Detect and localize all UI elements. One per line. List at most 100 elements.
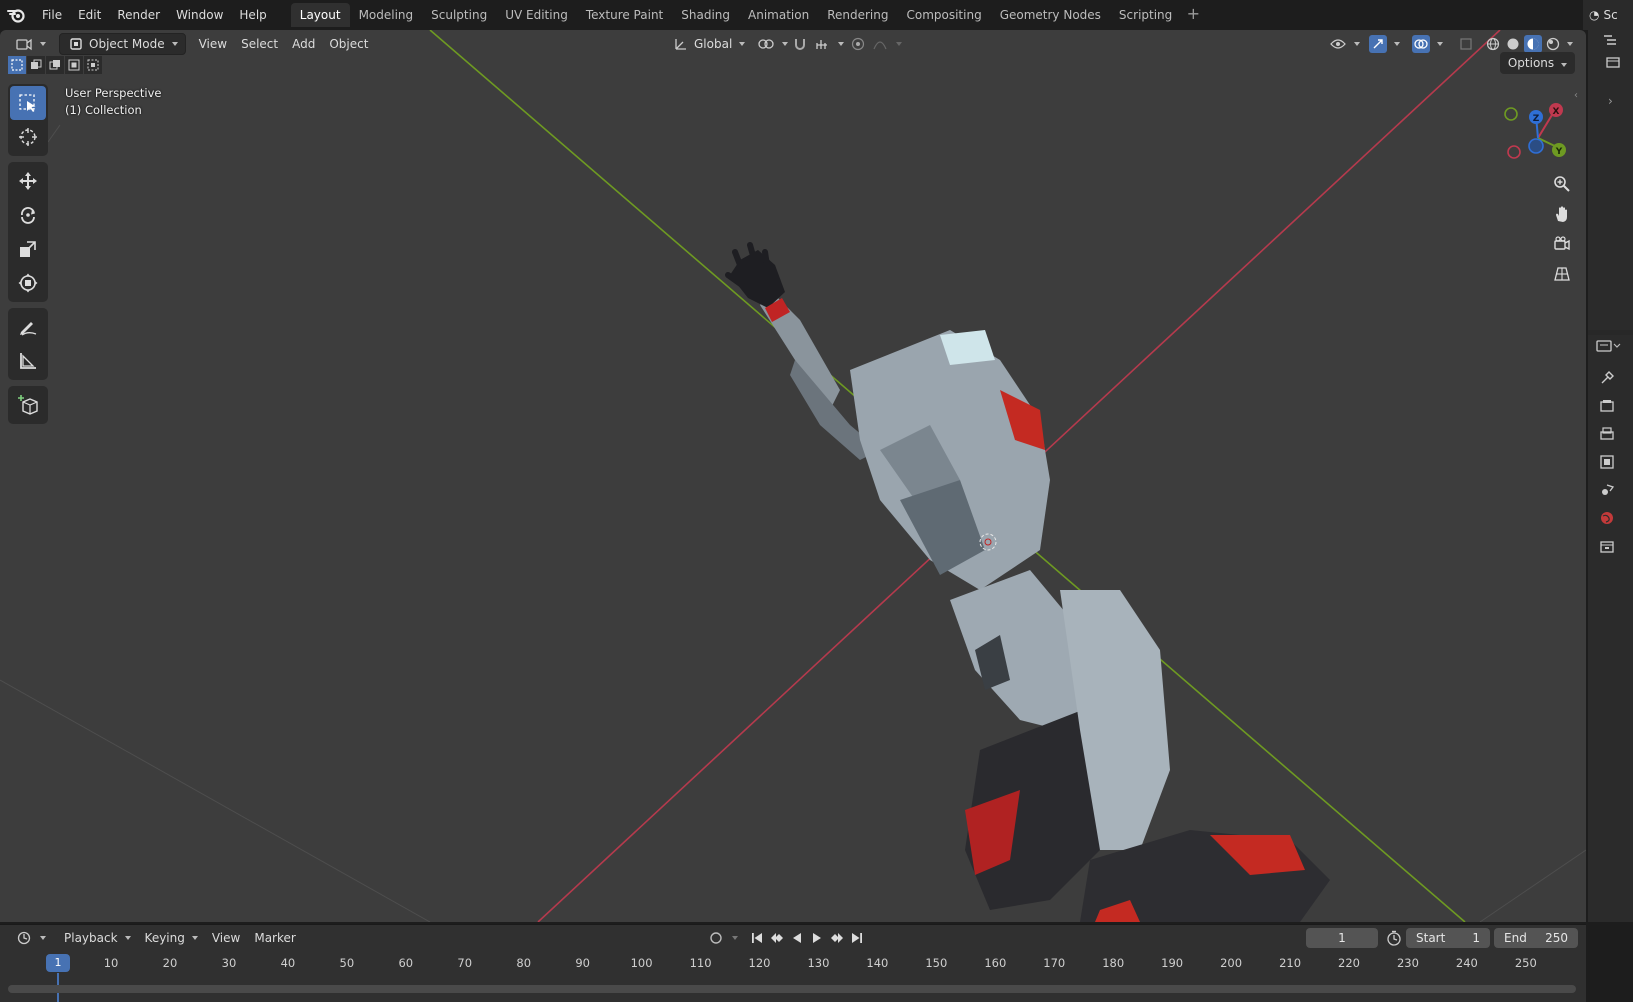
timeline-menu-marker[interactable]: Marker	[247, 927, 302, 949]
play-reverse-icon[interactable]	[788, 929, 806, 947]
menu-edit[interactable]: Edit	[70, 4, 109, 26]
visibility-dropdown[interactable]	[1322, 33, 1367, 55]
outliner-panel[interactable]: ›	[1588, 30, 1633, 330]
select-new-icon[interactable]	[8, 56, 26, 74]
jump-to-keyframe-back-icon[interactable]	[768, 929, 786, 947]
timeline-menu-playback[interactable]: Playback	[57, 927, 138, 949]
properties-editor-type-icon[interactable]	[1596, 339, 1622, 356]
robot-model[interactable]	[725, 242, 1330, 922]
tool-properties-icon[interactable]	[1594, 365, 1620, 391]
workspace-tab-uv-editing[interactable]: UV Editing	[496, 3, 577, 27]
outliner-editor-type-icon[interactable]	[1602, 34, 1620, 51]
outliner-filter-icon[interactable]	[1606, 56, 1620, 71]
view-layer-properties-icon[interactable]	[1594, 449, 1620, 475]
falloff-icon	[871, 35, 889, 53]
workspace-tab-layout[interactable]: Layout	[290, 3, 350, 27]
select-invert-icon[interactable]	[65, 56, 83, 74]
scene-properties-icon[interactable]	[1594, 477, 1620, 503]
frame-tick-label: 180	[1102, 956, 1125, 970]
workspace-tab-shading[interactable]: Shading	[672, 3, 739, 27]
annotate-tool-icon[interactable]	[10, 310, 46, 344]
select-subtract-icon[interactable]	[46, 56, 64, 74]
viewport-nav-buttons	[1548, 170, 1576, 290]
render-properties-icon[interactable]	[1594, 393, 1620, 419]
play-icon[interactable]	[808, 929, 826, 947]
frame-tick-label: 120	[748, 956, 771, 970]
select-box-tool-icon[interactable]	[10, 86, 46, 120]
workspace-tab-modeling[interactable]: Modeling	[350, 3, 423, 27]
timeline-editor-type-button[interactable]	[8, 927, 53, 949]
workspace-tab-geometry-nodes[interactable]: Geometry Nodes	[991, 3, 1110, 27]
timeline-editor[interactable]: Playback Keying View Marker 1 Start 1 En…	[0, 924, 1586, 1002]
frame-tick-label: 40	[280, 956, 296, 970]
add-cube-tool-icon[interactable]	[10, 388, 46, 422]
workspace-tab-scripting[interactable]: Scripting	[1110, 3, 1181, 27]
output-properties-icon[interactable]	[1594, 421, 1620, 447]
pan-hand-icon[interactable]	[1548, 200, 1576, 228]
viewport-menu-select[interactable]: Select	[234, 33, 285, 55]
gizmo-icon	[1369, 35, 1387, 53]
transform-tool-icon[interactable]	[10, 266, 46, 300]
object-mode-label: Object Mode	[89, 37, 165, 51]
editor-type-icon	[15, 35, 33, 53]
use-preview-range-icon[interactable]	[1386, 930, 1402, 949]
object-mode-dropdown[interactable]: Object Mode	[59, 33, 186, 55]
viewport-menu-view[interactable]: View	[192, 33, 234, 55]
menu-file[interactable]: File	[34, 4, 70, 26]
navigation-gizmo[interactable]: X Y Z	[1496, 92, 1576, 172]
workspace-tab-sculpting[interactable]: Sculpting	[422, 3, 496, 27]
gizmo-toggle[interactable]	[1362, 33, 1407, 55]
workspace-tab-animation[interactable]: Animation	[739, 3, 818, 27]
move-tool-icon[interactable]	[10, 164, 46, 198]
timeline-menu-view[interactable]: View	[205, 927, 247, 949]
frame-tick-label: 150	[925, 956, 948, 970]
scale-tool-icon[interactable]	[10, 232, 46, 266]
timeline-menu-keying[interactable]: Keying	[138, 927, 205, 949]
3d-viewport[interactable]: Object Mode View Select Add Object Globa…	[0, 30, 1586, 922]
outliner-expand-icon[interactable]: ›	[1608, 94, 1613, 108]
viewport-menu-add[interactable]: Add	[285, 33, 322, 55]
end-frame-field[interactable]: End 250	[1494, 928, 1578, 948]
cursor-tool-icon[interactable]	[10, 120, 46, 154]
options-label: Options	[1507, 56, 1555, 70]
playhead-indicator[interactable]: 1	[46, 954, 70, 972]
options-dropdown[interactable]: Options	[1499, 52, 1575, 74]
scene-selector[interactable]: ◔ Sc	[1583, 0, 1633, 30]
select-intersect-icon[interactable]	[84, 56, 102, 74]
menu-window[interactable]: Window	[168, 4, 231, 26]
zoom-icon[interactable]	[1548, 170, 1576, 198]
blender-logo-icon[interactable]	[0, 0, 34, 30]
select-extend-icon[interactable]	[27, 56, 45, 74]
jump-to-end-icon[interactable]	[848, 929, 866, 947]
frame-tick-label: 10	[103, 956, 119, 970]
camera-view-icon[interactable]	[1548, 230, 1576, 258]
workspace-tab-rendering[interactable]: Rendering	[818, 3, 897, 27]
rendered-shading-icon[interactable]	[1544, 35, 1562, 53]
jump-to-keyframe-forward-icon[interactable]	[828, 929, 846, 947]
perspective-toggle-icon[interactable]	[1548, 260, 1576, 288]
frame-ruler[interactable]: 10 20 30 40 50 60 70 80 90 100 110 120 130 140 150 160 1…	[0, 953, 1586, 1002]
overlays-toggle[interactable]	[1405, 33, 1450, 55]
proportional-editing-toggle[interactable]	[842, 33, 909, 55]
editor-type-button[interactable]	[8, 33, 53, 55]
timeline-scrollbar[interactable]	[8, 985, 1576, 993]
workspace-tab-texture-paint[interactable]: Texture Paint	[577, 3, 672, 27]
menu-help[interactable]: Help	[231, 4, 274, 26]
solid-shading-icon[interactable]	[1504, 35, 1522, 53]
auto-keying-toggle[interactable]	[700, 927, 745, 949]
measure-tool-icon[interactable]	[10, 344, 46, 378]
material-shading-icon[interactable]	[1524, 35, 1542, 53]
menu-render[interactable]: Render	[109, 4, 168, 26]
viewport-menu-object[interactable]: Object	[322, 33, 375, 55]
add-workspace-button[interactable]: +	[1181, 3, 1205, 27]
wireframe-shading-icon[interactable]	[1484, 35, 1502, 53]
transform-orientation-dropdown[interactable]: Global	[665, 33, 752, 55]
rotate-tool-icon[interactable]	[10, 198, 46, 232]
pivot-icon	[757, 35, 775, 53]
collection-properties-icon[interactable]	[1594, 533, 1620, 559]
start-frame-field[interactable]: Start 1	[1406, 928, 1490, 948]
world-properties-icon[interactable]	[1594, 505, 1620, 531]
workspace-tab-compositing[interactable]: Compositing	[897, 3, 990, 27]
jump-to-start-icon[interactable]	[748, 929, 766, 947]
current-frame-field[interactable]: 1	[1306, 928, 1378, 948]
